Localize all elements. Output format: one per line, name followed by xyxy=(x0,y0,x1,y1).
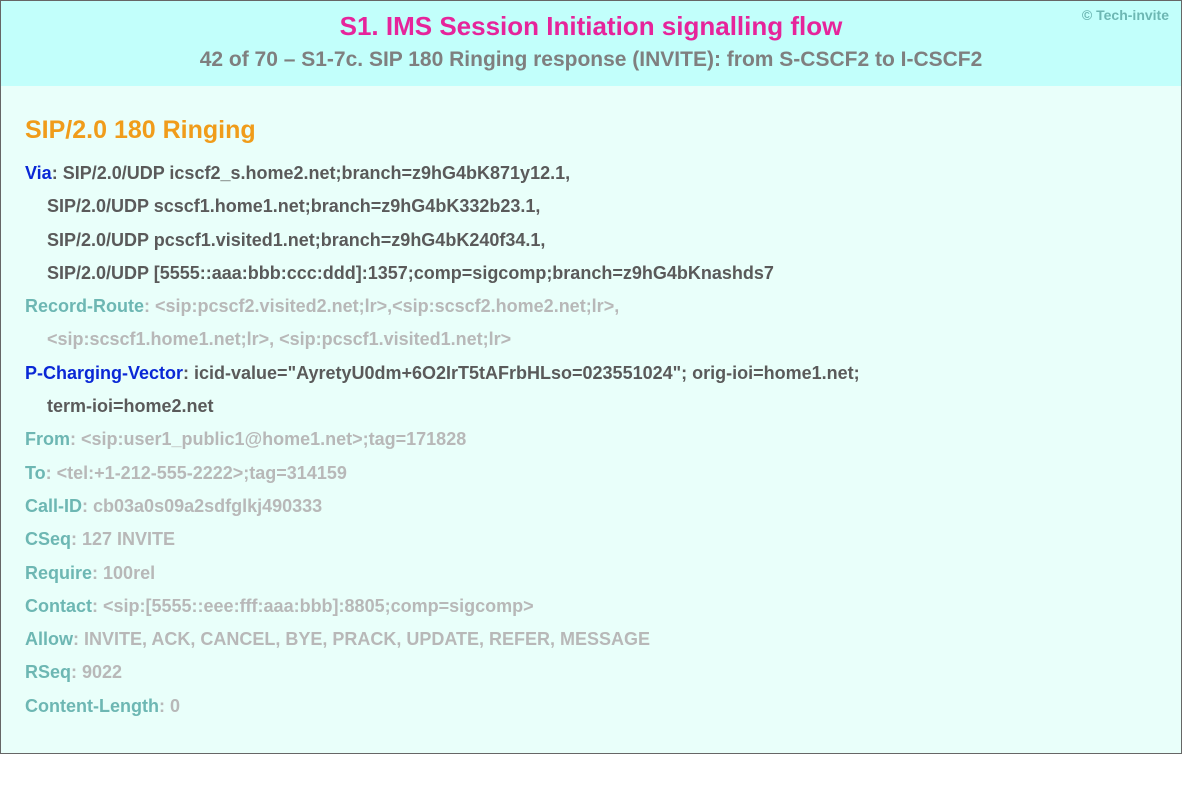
record-route-line1: Record-Route: <sip:pcscf2.visited2.net;l… xyxy=(25,290,1157,323)
header: © Tech-invite S1. IMS Session Initiation… xyxy=(1,1,1181,86)
content-length-name: Content-Length xyxy=(25,696,159,716)
via-value-1: SIP/2.0/UDP icscf2_s.home2.net;branch=z9… xyxy=(63,163,570,183)
to-value: <tel:+1-212-555-2222>;tag=314159 xyxy=(57,463,347,483)
call-id-header: Call-ID: cb03a0s09a2sdfglkj490333 xyxy=(25,490,1157,523)
via-header-line1: Via: SIP/2.0/UDP icscf2_s.home2.net;bran… xyxy=(25,157,1157,190)
cseq-header: CSeq: 127 INVITE xyxy=(25,523,1157,556)
p-charging-vector-line1: P-Charging-Vector: icid-value="AyretyU0d… xyxy=(25,357,1157,390)
contact-header: Contact: <sip:[5555::eee:fff:aaa:bbb]:88… xyxy=(25,590,1157,623)
require-name: Require xyxy=(25,563,92,583)
allow-value: INVITE, ACK, CANCEL, BYE, PRACK, UPDATE,… xyxy=(84,629,650,649)
allow-name: Allow xyxy=(25,629,73,649)
to-header: To: <tel:+1-212-555-2222>;tag=314159 xyxy=(25,457,1157,490)
call-id-value: cb03a0s09a2sdfglkj490333 xyxy=(93,496,322,516)
page-title: S1. IMS Session Initiation signalling fl… xyxy=(13,11,1169,42)
cseq-name: CSeq xyxy=(25,529,71,549)
via-header-line4: SIP/2.0/UDP [5555::aaa:bbb:ccc:ddd]:1357… xyxy=(25,257,1157,290)
record-route-line2: <sip:scscf1.home1.net;lr>, <sip:pcscf1.v… xyxy=(25,323,1157,356)
content-length-value: 0 xyxy=(170,696,180,716)
p-charging-vector-value-1: icid-value="AyretyU0dm+6O2IrT5tAFrbHLso=… xyxy=(194,363,860,383)
from-name: From xyxy=(25,429,70,449)
from-header: From: <sip:user1_public1@home1.net>;tag=… xyxy=(25,423,1157,456)
via-header-line3: SIP/2.0/UDP pcscf1.visited1.net;branch=z… xyxy=(25,224,1157,257)
sip-status-line: SIP/2.0 180 Ringing xyxy=(25,116,1157,145)
rseq-name: RSeq xyxy=(25,662,71,682)
contact-value: <sip:[5555::eee:fff:aaa:bbb]:8805;comp=s… xyxy=(103,596,534,616)
contact-name: Contact xyxy=(25,596,92,616)
sip-message-body: SIP/2.0 180 Ringing Via: SIP/2.0/UDP ics… xyxy=(1,86,1181,753)
p-charging-vector-name: P-Charging-Vector xyxy=(25,363,183,383)
allow-header: Allow: INVITE, ACK, CANCEL, BYE, PRACK, … xyxy=(25,623,1157,656)
page-subtitle: 42 of 70 – S1-7c. SIP 180 Ringing respon… xyxy=(13,48,1169,72)
cseq-value: 127 INVITE xyxy=(82,529,175,549)
require-header: Require: 100rel xyxy=(25,557,1157,590)
to-name: To xyxy=(25,463,46,483)
record-route-value-1: <sip:pcscf2.visited2.net;lr>,<sip:scscf2… xyxy=(155,296,619,316)
call-id-name: Call-ID xyxy=(25,496,82,516)
via-header-name: Via xyxy=(25,163,52,183)
rseq-header: RSeq: 9022 xyxy=(25,656,1157,689)
p-charging-vector-line2: term-ioi=home2.net xyxy=(25,390,1157,423)
require-value: 100rel xyxy=(103,563,155,583)
content-length-header: Content-Length: 0 xyxy=(25,690,1157,723)
credit-label: © Tech-invite xyxy=(1082,7,1169,23)
record-route-name: Record-Route xyxy=(25,296,144,316)
via-header-line2: SIP/2.0/UDP scscf1.home1.net;branch=z9hG… xyxy=(25,190,1157,223)
from-value: <sip:user1_public1@home1.net>;tag=171828 xyxy=(81,429,466,449)
rseq-value: 9022 xyxy=(82,662,122,682)
